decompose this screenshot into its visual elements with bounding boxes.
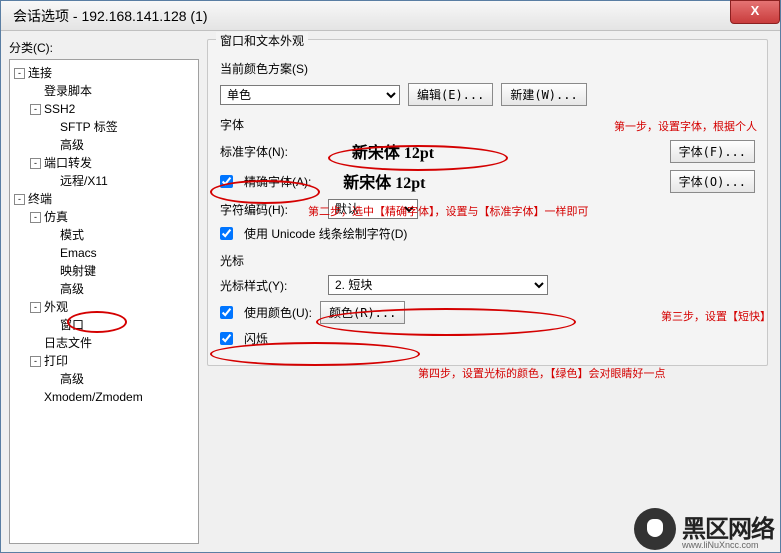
std-font-label: 标准字体(N): [220,143,320,160]
mushroom-icon [634,508,676,550]
cursor-color-button[interactable]: 颜色(R)... [320,301,405,324]
cursor-style-label: 光标样式(Y): [220,277,320,294]
cursor-usecolor-checkbox[interactable] [220,306,233,319]
scheme-select[interactable]: 单色 [220,85,400,105]
dialog-body: 分类(C): -连接 登录脚本 -SSH2 SFTP 标签 高级 -端口转发 远… [1,31,780,552]
dialog-window: 会话选项 - 192.168.141.128 (1) X 分类(C): -连接 … [0,0,781,553]
collapse-icon[interactable]: - [30,104,41,115]
category-label: 分类(C): [9,39,199,56]
cursor-usecolor-label: 使用颜色(U): [244,304,312,321]
watermark-text: 黑区网络 [682,517,774,543]
tree-node-mode[interactable]: 模式 [12,226,196,244]
collapse-icon[interactable]: - [30,158,41,169]
tree-node-appearance[interactable]: -外观 [12,298,196,316]
unicode-lines-label: 使用 Unicode 线条绘制字符(D) [244,225,407,242]
close-button[interactable]: X [730,0,780,24]
window-title: 会话选项 - 192.168.141.128 (1) [13,6,208,26]
tree-node-login-script[interactable]: 登录脚本 [12,82,196,100]
encoding-select[interactable]: 默认 [328,199,418,219]
left-panel: 分类(C): -连接 登录脚本 -SSH2 SFTP 标签 高级 -端口转发 远… [9,39,199,544]
collapse-icon[interactable]: - [14,68,25,79]
tree-node-print-advanced[interactable]: 高级 [12,370,196,388]
tree-node-connection[interactable]: -连接 [12,64,196,82]
titlebar: 会话选项 - 192.168.141.128 (1) X [1,1,780,31]
precise-font-button[interactable]: 字体(O)... [670,170,755,193]
cursor-section: 光标 [220,252,755,269]
tree-node-ssh-advanced[interactable]: 高级 [12,136,196,154]
tree-node-port-forward[interactable]: -端口转发 [12,154,196,172]
tree-node-emulation[interactable]: -仿真 [12,208,196,226]
cursor-blink-checkbox[interactable] [220,332,233,345]
collapse-icon[interactable]: - [14,194,25,205]
encoding-label: 字符编码(H): [220,201,320,218]
tree-node-emu-advanced[interactable]: 高级 [12,280,196,298]
font-section: 字体 [220,116,755,133]
tree-node-emacs[interactable]: Emacs [12,244,196,262]
annotation-step4: 第四步，设置光标的颜色，【绿色】会对眼睛好一点 [418,365,666,381]
tree-node-logfile[interactable]: 日志文件 [12,334,196,352]
precise-font-label: 精确字体(A): [244,173,311,190]
tree-node-xmodem[interactable]: Xmodem/Zmodem [12,388,196,406]
appearance-group: 窗口和文本外观 当前颜色方案(S) 单色 编辑(E)... 新建(W)... 字… [207,39,768,366]
watermark: 黑区网络 www.liNuXncc.com [634,508,774,550]
tree-node-window[interactable]: 窗口 [12,316,196,334]
cursor-blink-label: 闪烁 [244,330,268,347]
collapse-icon[interactable]: - [30,356,41,367]
unicode-lines-checkbox[interactable] [220,227,233,240]
right-panel: 窗口和文本外观 当前颜色方案(S) 单色 编辑(E)... 新建(W)... 字… [207,39,772,544]
scheme-label: 当前颜色方案(S) [220,60,755,77]
precise-font-display: 新宋体 12pt [319,169,449,193]
scheme-new-button[interactable]: 新建(W)... [501,83,586,106]
precise-font-checkbox[interactable] [220,175,233,188]
scheme-edit-button[interactable]: 编辑(E)... [408,83,493,106]
group-title: 窗口和文本外观 [216,32,308,49]
tree-node-terminal[interactable]: -终端 [12,190,196,208]
tree-node-ssh2[interactable]: -SSH2 [12,100,196,118]
std-font-display: 新宋体 12pt [328,139,458,163]
tree-node-mapping[interactable]: 映射键 [12,262,196,280]
tree-node-print[interactable]: -打印 [12,352,196,370]
std-font-button[interactable]: 字体(F)... [670,140,755,163]
tree-node-sftp[interactable]: SFTP 标签 [12,118,196,136]
collapse-icon[interactable]: - [30,302,41,313]
cursor-style-select[interactable]: 2. 短块 [328,275,548,295]
category-tree[interactable]: -连接 登录脚本 -SSH2 SFTP 标签 高级 -端口转发 远程/X11 -… [9,59,199,544]
collapse-icon[interactable]: - [30,212,41,223]
tree-node-remote-x11[interactable]: 远程/X11 [12,172,196,190]
